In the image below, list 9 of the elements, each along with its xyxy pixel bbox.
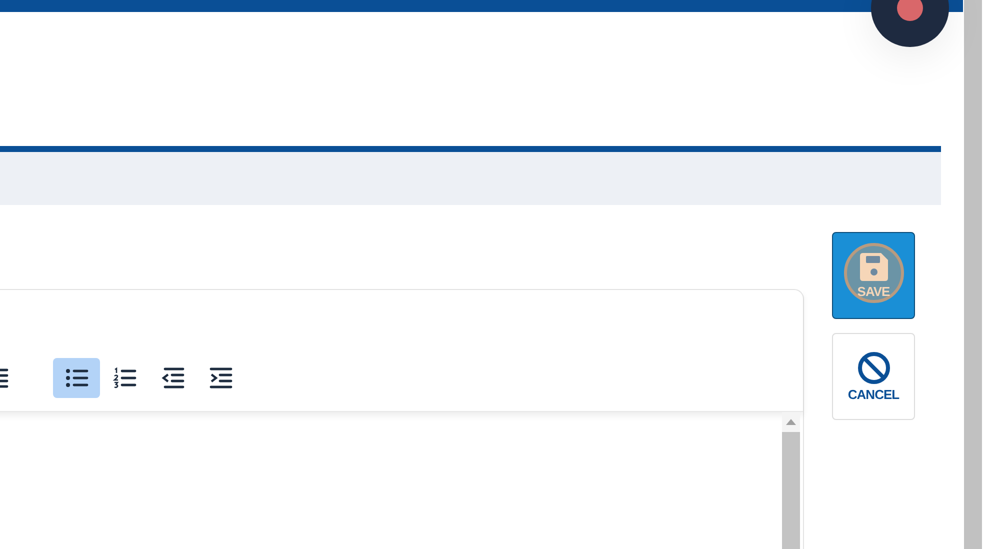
cancel-button[interactable]: CANCEL — [832, 333, 915, 420]
prohibited-icon — [856, 351, 890, 385]
toolbar-button[interactable] — [53, 358, 100, 398]
page-scrollbar[interactable] — [964, 0, 982, 549]
outdent-icon — [160, 367, 184, 389]
numbered-list-icon — [112, 367, 136, 389]
scrollbar[interactable] — [782, 412, 800, 549]
indent-icon — [208, 367, 232, 389]
bulleted-list-icon — [64, 367, 88, 389]
